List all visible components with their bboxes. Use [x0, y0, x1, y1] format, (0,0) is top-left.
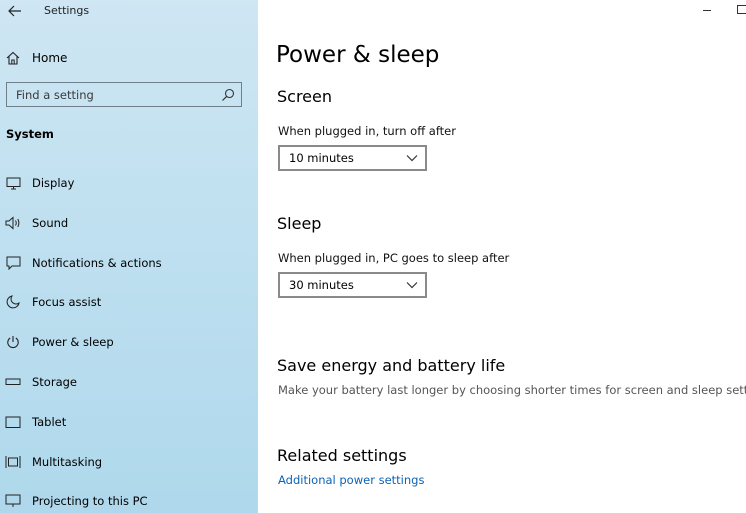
screen-heading: Screen [277, 87, 333, 106]
sidebar-item-label: Display [32, 176, 75, 190]
sidebar-item-label: Projecting to this PC [32, 494, 148, 508]
multitasking-icon [4, 454, 22, 470]
tablet-icon [4, 414, 22, 430]
search-icon[interactable] [221, 88, 235, 102]
screen-timeout-label: When plugged in, turn off after [278, 124, 456, 138]
sidebar-item-sound[interactable]: Sound [4, 213, 68, 233]
sidebar-item-focus-assist[interactable]: Focus assist [4, 292, 101, 312]
sidebar-item-tablet[interactable]: Tablet [4, 412, 66, 432]
sidebar-item-projecting[interactable]: Projecting to this PC [4, 491, 148, 511]
sidebar-item-label: Storage [32, 375, 77, 389]
sleep-heading: Sleep [277, 214, 322, 233]
maximize-button[interactable] [737, 5, 746, 14]
home-icon [6, 51, 20, 65]
sleep-timeout-value: 30 minutes [289, 278, 354, 292]
home-label: Home [32, 51, 68, 65]
sidebar-item-label: Sound [32, 216, 69, 230]
sleep-timeout-dropdown[interactable]: 30 minutes [278, 272, 427, 298]
sidebar-item-multitasking[interactable]: Multitasking [4, 452, 102, 472]
sidebar-item-label: Multitasking [32, 455, 103, 469]
notifications-icon [4, 255, 22, 271]
related-settings-heading: Related settings [277, 446, 407, 465]
additional-power-settings-link[interactable]: Additional power settings [278, 473, 424, 487]
sidebar-item-storage[interactable]: Storage [4, 372, 77, 392]
sidebar-item-label: Notifications & actions [32, 256, 162, 270]
sidebar-item-display[interactable]: Display [4, 173, 74, 193]
display-icon [4, 175, 22, 191]
sidebar: Settings Home System Display Sound Notif… [0, 0, 258, 513]
save-energy-description: Make your battery last longer by choosin… [278, 383, 746, 397]
chevron-down-icon [406, 282, 418, 289]
focus-assist-icon [4, 294, 22, 310]
sound-icon [4, 215, 22, 231]
section-label-system: System [6, 127, 54, 141]
sidebar-item-power-sleep[interactable]: Power & sleep [4, 332, 114, 352]
chevron-down-icon [406, 155, 418, 162]
storage-icon [4, 374, 22, 390]
app-title: Settings [44, 4, 90, 17]
back-arrow-icon[interactable] [7, 2, 23, 20]
screen-timeout-value: 10 minutes [289, 151, 354, 165]
sidebar-item-label: Power & sleep [32, 335, 114, 349]
sidebar-item-label: Focus assist [32, 295, 102, 309]
power-icon [4, 334, 22, 350]
search-box[interactable] [6, 82, 242, 107]
screen-timeout-dropdown[interactable]: 10 minutes [278, 145, 427, 171]
minimize-button[interactable] [703, 10, 711, 11]
home-nav-item[interactable]: Home [6, 48, 67, 68]
projecting-icon [4, 493, 22, 509]
search-input[interactable] [7, 83, 216, 106]
sidebar-item-notifications[interactable]: Notifications & actions [4, 253, 162, 273]
sidebar-item-label: Tablet [32, 415, 67, 429]
sleep-timeout-label: When plugged in, PC goes to sleep after [278, 251, 510, 265]
save-energy-heading: Save energy and battery life [277, 356, 506, 375]
page-title: Power & sleep [276, 42, 440, 68]
